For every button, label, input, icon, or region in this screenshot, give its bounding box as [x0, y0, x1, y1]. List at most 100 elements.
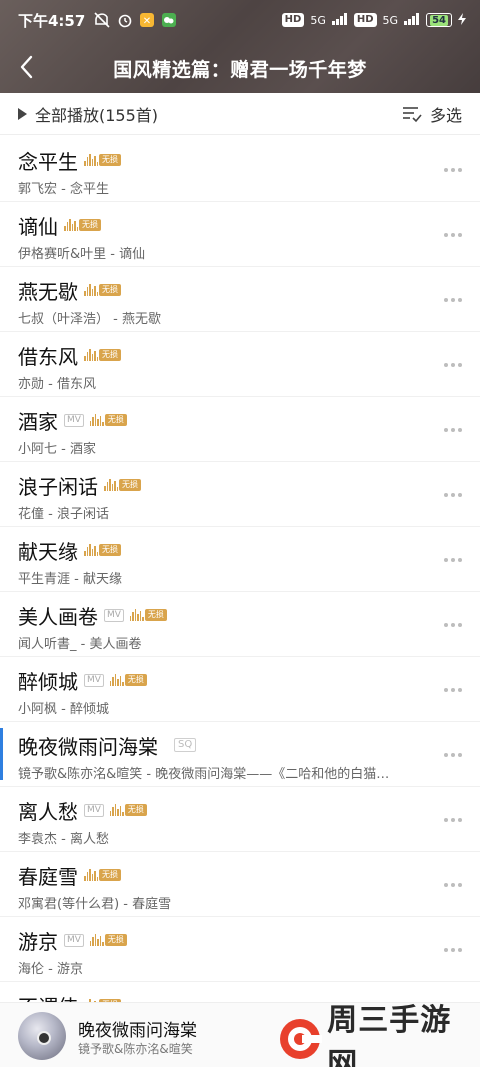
status-right: HD 5G HD 5G 54: [281, 12, 466, 28]
lossless-badge: 无损: [84, 153, 121, 167]
song-row[interactable]: 美人画卷 MV 无损 闻人听書_ - 美人画卷: [0, 592, 480, 657]
song-row[interactable]: 借东风 无损 亦勋 - 借东风: [0, 332, 480, 397]
song-row[interactable]: 晚夜微雨问海棠 SQ 镜予歌&陈亦洺&暄笑 - 晚夜微雨问海棠——《二哈和他的白猫…: [0, 722, 480, 787]
song-title-line: 谪仙 无损: [18, 211, 101, 239]
song-row[interactable]: 谪仙 无损 伊格赛听&叶里 - 谪仙: [0, 202, 480, 267]
charging-icon: [458, 12, 466, 28]
waveform-icon: [84, 284, 98, 296]
song-title-line: 酒家 MV 无损: [18, 406, 127, 434]
nav-bar: 国风精选篇：赠君一场千年梦: [0, 44, 480, 90]
mv-badge[interactable]: MV: [64, 933, 84, 947]
song-artist-album: 平生青涯 - 献天缘: [18, 572, 122, 587]
waveform-icon: [104, 479, 118, 491]
more-options-icon[interactable]: [442, 484, 464, 506]
hd-badge-2: HD: [353, 13, 377, 27]
more-options-icon[interactable]: [442, 159, 464, 181]
song-row[interactable]: 离人愁 MV 无损 李袁杰 - 离人愁: [0, 787, 480, 852]
page-title: 国风精选篇：赠君一场千年梦: [113, 59, 367, 81]
lossless-label: 无损: [124, 674, 147, 686]
song-artist-album: 海伦 - 游京: [18, 962, 83, 977]
waveform-icon: [84, 154, 98, 166]
song-artist-album: 小阿七 - 酒家: [18, 442, 96, 457]
mini-player-artist: 镜予歌&陈亦洺&暄笑: [78, 1042, 193, 1056]
song-title: 醉倾城: [18, 669, 78, 694]
signal-bars-icon-2: [404, 12, 420, 28]
more-options-icon[interactable]: [442, 679, 464, 701]
more-options-icon[interactable]: [442, 809, 464, 831]
album-cover[interactable]: [18, 1012, 66, 1060]
song-row[interactable]: 酒家 MV 无损小阿七 - 酒家: [0, 397, 480, 462]
lossless-badge: 无损: [89, 933, 127, 947]
song-row[interactable]: 燕无歇 无损 七叔（叶泽浩） - 燕无歇: [0, 267, 480, 332]
song-title: 晚夜微雨问海棠: [18, 734, 158, 759]
more-options-icon[interactable]: [442, 354, 464, 376]
song-list: 念平生 无损 郭飞宏 - 念平生 谪仙 无损 伊格赛听&叶里 - 谪仙 燕无歇 无损 七叔（叶泽…: [0, 137, 480, 1047]
mv-badge[interactable]: MV: [84, 803, 104, 817]
hd-badge: HD: [281, 13, 305, 27]
status-time: 下午4:57: [18, 11, 86, 30]
signal-label-2: 5G: [382, 13, 399, 27]
lossless-label: 无损: [144, 609, 167, 621]
watermark: 周三手游网: [276, 1003, 480, 1067]
song-title-line: 春庭雪 无损: [18, 861, 121, 889]
song-row[interactable]: 念平生 无损郭飞宏 - 念平生: [0, 137, 480, 202]
waveform-icon: [109, 804, 124, 816]
alarm-icon: [117, 12, 133, 28]
lossless-label: 无损: [79, 219, 101, 231]
list-toolbar: 全部播放(155首) 多选: [0, 93, 480, 135]
song-row[interactable]: 献天缘 无损平生青涯 - 献天缘: [0, 527, 480, 592]
svg-text:✕: ✕: [143, 16, 151, 27]
watermark-text: 周三手游网: [327, 1003, 452, 1067]
multi-select-icon: [402, 106, 422, 122]
lossless-badge: 无损: [89, 413, 127, 427]
lossless-badge: 无损: [109, 673, 147, 687]
song-row[interactable]: 浪子闲话 无损花僮 - 浪子闲话: [0, 462, 480, 527]
waveform-icon: [84, 349, 98, 361]
song-title: 浪子闲话: [18, 474, 98, 499]
mv-badge[interactable]: MV: [64, 413, 84, 427]
more-options-icon[interactable]: [442, 939, 464, 961]
play-all-button[interactable]: 全部播放(155首): [18, 102, 158, 126]
song-row[interactable]: 醉倾城 MV 无损 小阿枫 - 醉倾城: [0, 657, 480, 722]
song-title: 谪仙: [18, 214, 58, 239]
waveform-icon: [89, 414, 104, 426]
mini-player-title: 晚夜微雨问海棠: [78, 1021, 197, 1041]
waveform-icon: [84, 544, 98, 556]
song-title: 美人画卷: [18, 604, 98, 629]
mv-badge[interactable]: MV: [104, 608, 124, 622]
song-artist-album: 郭飞宏 - 念平生: [18, 182, 109, 197]
lossless-label: 无损: [99, 544, 121, 556]
song-title-line: 燕无歇 无损: [18, 276, 121, 304]
wechat-icon: [161, 12, 177, 28]
song-row[interactable]: 春庭雪 无损 邓寓君(等什么君) - 春庭雪: [0, 852, 480, 917]
more-options-icon[interactable]: [442, 224, 464, 246]
waveform-icon: [64, 219, 78, 231]
song-row[interactable]: 游京 MV 无损 海伦 - 游京: [0, 917, 480, 982]
multi-select-button[interactable]: 多选: [402, 102, 462, 126]
song-title-line: 游京 MV 无损: [18, 926, 127, 954]
more-options-icon[interactable]: [442, 614, 464, 636]
sq-badge: SQ: [174, 738, 197, 752]
song-title: 酒家: [18, 409, 58, 434]
more-options-icon[interactable]: [442, 289, 464, 311]
more-options-icon[interactable]: [442, 549, 464, 571]
more-options-icon[interactable]: [442, 744, 464, 766]
song-title-line: 美人画卷 MV 无损: [18, 601, 167, 629]
lossless-label: 无损: [99, 869, 121, 881]
watermark-logo-icon: [276, 1015, 323, 1063]
lossless-label: 无损: [119, 479, 141, 491]
lossless-label: 无损: [104, 414, 127, 426]
song-artist-album: 花僮 - 浪子闲话: [18, 507, 109, 522]
battery-icon: 54: [426, 13, 452, 27]
waveform-icon: [129, 609, 144, 621]
lossless-label: 无损: [99, 154, 121, 166]
mute-icon: [93, 12, 111, 28]
song-title-line: 献天缘 无损: [18, 536, 121, 564]
mv-badge[interactable]: MV: [84, 673, 104, 687]
signal-label: 5G: [310, 13, 326, 27]
lossless-badge: 无损: [64, 218, 101, 232]
song-title-line: 念平生 无损: [18, 146, 121, 174]
more-options-icon[interactable]: [442, 874, 464, 896]
top-header: 下午4:57 ✕ HD 5G HD 5G 54 国风精选篇：赠君一场千年梦: [0, 0, 480, 93]
more-options-icon[interactable]: [442, 419, 464, 441]
